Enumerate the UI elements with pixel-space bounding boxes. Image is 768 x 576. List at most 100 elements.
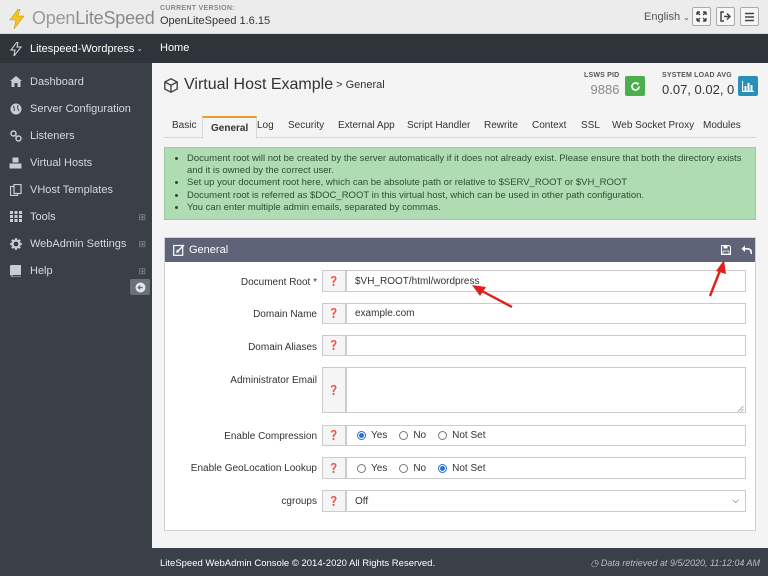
- home-icon: [9, 76, 22, 87]
- lightning-icon: [10, 41, 23, 56]
- page-subtitle: > General: [336, 79, 385, 91]
- help-icon[interactable]: ❓: [322, 490, 346, 512]
- tab-basic[interactable]: Basic: [172, 120, 196, 131]
- sidebar-item-webadmin-settings[interactable]: WebAdmin Settings ⊞: [0, 230, 152, 257]
- geolocation-notset-radio[interactable]: Not Set: [438, 463, 485, 474]
- clock-icon: ◷: [590, 558, 601, 568]
- help-icon[interactable]: ❓: [322, 457, 346, 479]
- info-alert: Document root will not be created by the…: [164, 147, 756, 220]
- language-selector[interactable]: English ⌄: [644, 11, 690, 23]
- save-button[interactable]: [720, 244, 732, 256]
- page-title: Virtual Host Example > General: [164, 76, 385, 94]
- panel-header: General: [165, 238, 755, 262]
- sign-out-icon: [720, 11, 731, 22]
- fullscreen-button[interactable]: [692, 7, 711, 26]
- copyright-text: LiteSpeed WebAdmin Console © 2014-2020 A…: [160, 558, 436, 569]
- sidebar-item-vhost-templates[interactable]: VHost Templates: [0, 176, 152, 203]
- alert-item: Document root will not be created by the…: [187, 153, 747, 177]
- grid-icon: [9, 211, 22, 222]
- help-icon[interactable]: ❓: [322, 425, 346, 446]
- back-button[interactable]: [740, 244, 752, 256]
- geolocation-yes-radio[interactable]: Yes: [357, 463, 387, 474]
- globe-icon: [9, 103, 22, 115]
- floppy-save-icon: [721, 245, 731, 255]
- tab-security[interactable]: Security: [288, 120, 324, 131]
- lightning-logo-icon: [9, 8, 25, 29]
- enable-geolocation-label: Enable GeoLocation Lookup: [190, 463, 317, 474]
- footer: LiteSpeed WebAdmin Console © 2014-2020 A…: [152, 548, 768, 576]
- domain-name-input[interactable]: example.com: [346, 303, 746, 324]
- sidebar-item-dashboard[interactable]: Dashboard: [0, 68, 152, 95]
- cube-icon: [164, 77, 178, 93]
- expand-plus-icon[interactable]: ⊞: [138, 266, 146, 277]
- tab-rewrite[interactable]: Rewrite: [484, 120, 518, 131]
- hamburger-icon: [745, 12, 754, 21]
- version-info: CURRENT VERSION: OpenLiteSpeed 1.6.15: [160, 5, 270, 27]
- chevron-down-icon: ⌵: [732, 495, 739, 505]
- logo[interactable]: OpenLiteSpeed: [8, 8, 155, 29]
- site-selector[interactable]: Litespeed-Wordpress ⌄: [0, 34, 152, 63]
- general-panel: General Document Root * ❓ $VH_ROOT/html/…: [164, 237, 756, 531]
- collapse-sidebar-button[interactable]: [130, 279, 150, 295]
- tab-web-socket-proxy[interactable]: Web Socket Proxy: [612, 120, 694, 131]
- enable-compression-options: Yes No Not Set: [346, 425, 746, 446]
- sidebar-item-server-configuration[interactable]: Server Configuration: [0, 95, 152, 122]
- domain-aliases-label: Domain Aliases: [248, 342, 317, 353]
- data-retrieved: ◷ Data retrieved at 9/5/2020, 11:12:04 A…: [590, 558, 760, 568]
- help-icon[interactable]: ❓: [322, 270, 346, 292]
- geolocation-no-radio[interactable]: No: [399, 463, 426, 474]
- domain-name-label: Domain Name: [253, 309, 317, 320]
- sidebar-item-tools[interactable]: Tools ⊞: [0, 203, 152, 230]
- tab-external-app[interactable]: External App: [338, 120, 395, 131]
- help-icon[interactable]: ❓: [322, 335, 346, 356]
- document-root-input[interactable]: $VH_ROOT/html/wordpress: [346, 270, 746, 292]
- chevron-down-icon: ⌄: [683, 13, 690, 22]
- pid-value: 9886: [590, 82, 620, 97]
- book-icon: [9, 264, 22, 277]
- load-value: 0.07, 0.02, 0: [662, 82, 735, 97]
- alert-item: Set up your document root here, which ca…: [187, 177, 747, 189]
- tab-modules[interactable]: Modules: [703, 120, 741, 131]
- tab-script-handler[interactable]: Script Handler: [407, 120, 470, 131]
- gear-icon: [9, 237, 22, 250]
- tab-ssl[interactable]: SSL: [581, 120, 600, 131]
- restart-button[interactable]: [625, 76, 645, 96]
- help-icon[interactable]: ❓: [322, 303, 346, 324]
- reply-icon: [741, 245, 752, 255]
- help-icon[interactable]: ❓: [322, 367, 346, 413]
- breadcrumb: Home: [152, 34, 768, 63]
- alert-item: Document root is referred as $DOC_ROOT i…: [187, 190, 747, 202]
- system-load-avg: SYSTEM LOAD AVG 0.07, 0.02, 0: [662, 72, 735, 97]
- main-content: Virtual Host Example > General LSWS PID …: [152, 63, 768, 548]
- menu-button[interactable]: [740, 7, 759, 26]
- enable-compression-label: Enable Compression: [224, 431, 317, 442]
- cgroups-select[interactable]: Off ⌵: [346, 490, 746, 512]
- compression-no-radio[interactable]: No: [399, 430, 426, 441]
- admin-email-label: Administrator Email: [230, 375, 317, 386]
- compression-notset-radio[interactable]: Not Set: [438, 430, 485, 441]
- tab-context[interactable]: Context: [532, 120, 566, 131]
- document-root-label: Document Root *: [240, 277, 317, 288]
- cgroups-label: cgroups: [281, 496, 317, 507]
- load-chart-button[interactable]: [738, 76, 758, 96]
- expand-plus-icon[interactable]: ⊞: [138, 212, 146, 223]
- refresh-icon: [630, 81, 640, 91]
- expand-plus-icon[interactable]: ⊞: [138, 239, 146, 250]
- arrow-left-circle-icon: [135, 282, 145, 292]
- compression-yes-radio[interactable]: Yes: [357, 430, 387, 441]
- tab-log[interactable]: Log: [257, 120, 274, 131]
- logo-text: OpenLiteSpeed: [32, 8, 155, 28]
- domain-aliases-input[interactable]: [346, 335, 746, 356]
- resize-handle-icon[interactable]: [737, 405, 744, 412]
- breadcrumb-home[interactable]: Home: [160, 42, 189, 54]
- logout-button[interactable]: [716, 7, 735, 26]
- admin-email-textarea[interactable]: [346, 367, 746, 413]
- sidebar-item-listeners[interactable]: Listeners: [0, 122, 152, 149]
- tab-general[interactable]: General: [202, 116, 258, 139]
- sidebar-item-virtual-hosts[interactable]: Virtual Hosts: [0, 149, 152, 176]
- version-value: OpenLiteSpeed 1.6.15: [160, 15, 271, 27]
- panel-title: General: [189, 244, 229, 256]
- alert-item: You can enter multiple admin emails, sep…: [187, 202, 747, 214]
- chevron-down-icon: ⌄: [136, 44, 144, 53]
- bar-chart-icon: [742, 80, 754, 92]
